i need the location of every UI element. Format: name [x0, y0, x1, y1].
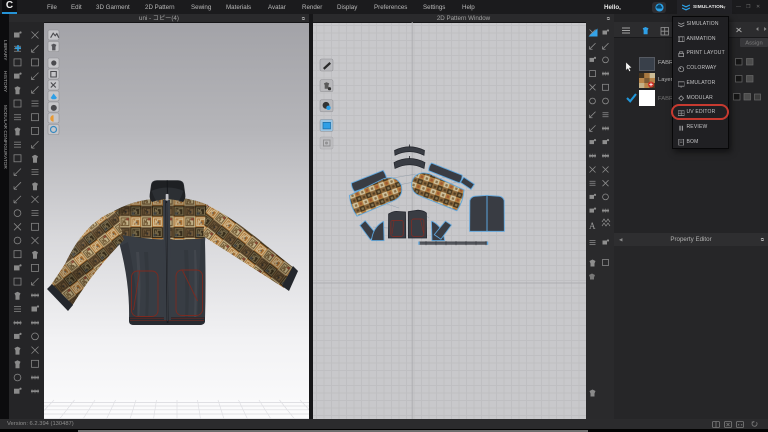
svg-text:Assign: Assign — [745, 41, 762, 47]
svg-text:A: A — [589, 221, 596, 231]
